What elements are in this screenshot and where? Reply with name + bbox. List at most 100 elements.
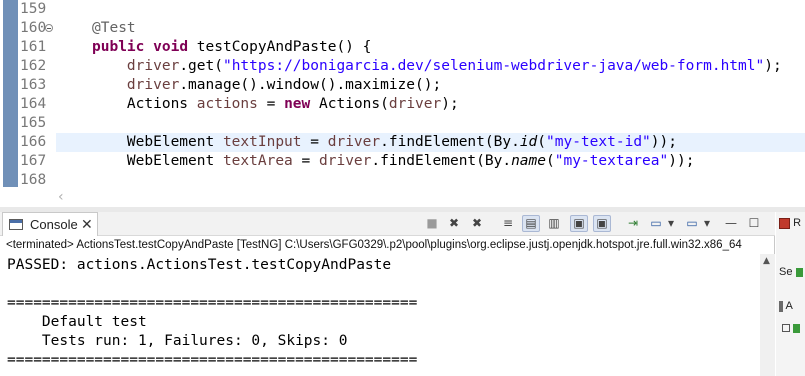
scroll-up-icon[interactable]: ▲ — [763, 256, 770, 266]
code-text: WebElement textArea = driver.findElement… — [92, 152, 695, 171]
right-panel-item-se[interactable]: Se — [779, 266, 803, 278]
code-text: public void testCopyAndPaste() { — [92, 38, 371, 57]
code-token: .findElement(By. — [380, 134, 520, 150]
code-line[interactable]: 165 — [0, 114, 805, 133]
minimize-icon[interactable]: — — [722, 215, 740, 232]
code-token: public — [92, 39, 145, 55]
code-token: new — [284, 96, 311, 112]
code-line[interactable]: 162 driver.get("https://bonigarcia.dev/s… — [0, 57, 805, 76]
code-token: )); — [668, 153, 695, 169]
display-console-dropdown-icon[interactable]: ▾ — [666, 215, 676, 232]
terminate-icon[interactable]: ■ — [423, 215, 441, 232]
scroll-lock-icon[interactable]: ▤ — [522, 215, 540, 232]
console-tab-bar: Console ✕ ■ ✖ ✖ ≡ ▤ ▥ ▣ ▣ ⇥ ▭ ▾ ▭ ▾ — ☐ — [0, 212, 775, 236]
code-token: ); — [441, 96, 459, 112]
remove-all-launches-icon[interactable]: ✖ — [468, 215, 486, 232]
code-token: void — [153, 39, 189, 55]
open-console-icon[interactable]: ▭ — [683, 215, 701, 232]
code-token: WebElement — [92, 153, 223, 169]
tree-expand-icon[interactable] — [782, 324, 790, 333]
code-token: .findElement(By. — [371, 153, 512, 169]
code-line[interactable]: 166 WebElement textInput = driver.findEl… — [20, 133, 805, 152]
code-token: id — [519, 134, 538, 150]
line-number: 162 — [20, 58, 47, 74]
code-token: Actions( — [310, 96, 389, 112]
code-token: WebElement — [92, 134, 223, 150]
code-text: driver.manage().window().maximize(); — [92, 76, 441, 95]
show-on-stderr-icon[interactable]: ▣ — [593, 215, 611, 232]
output-line: Tests run: 1, Failures: 0, Skips: 0 — [7, 333, 348, 349]
right-side-panel: R Se A — [776, 212, 805, 376]
tree-node[interactable] — [782, 322, 801, 334]
code-token: testCopyAndPaste() { — [188, 39, 372, 55]
code-line[interactable]: 163 driver.manage().window().maximize(); — [0, 76, 805, 95]
clear-console-icon[interactable]: ≡ — [499, 215, 517, 232]
code-token: driver — [126, 77, 180, 93]
open-console-dropdown-icon[interactable]: ▾ — [702, 215, 712, 232]
output-line: PASSED: actions.ActionsTest.testCopyAndP… — [7, 257, 392, 273]
right-panel-item-r[interactable]: R — [779, 217, 801, 229]
console-vertical-scrollbar[interactable]: ▲ — [760, 254, 775, 376]
code-token: .get( — [179, 58, 223, 74]
code-token: driver — [327, 134, 381, 150]
remove-launch-icon[interactable]: ✖ — [445, 215, 463, 232]
console-output[interactable]: PASSED: actions.ActionsTest.testCopyAndP… — [0, 254, 760, 376]
line-number: 166 — [20, 134, 47, 150]
code-line[interactable]: 159 — [0, 0, 805, 19]
code-token: )); — [650, 134, 677, 150]
close-icon[interactable]: ✕ — [81, 213, 93, 236]
code-text: @Test — [92, 19, 136, 38]
right-panel-item-a[interactable]: A — [779, 300, 793, 312]
code-token: = — [257, 96, 285, 112]
code-token: name — [511, 153, 546, 169]
code-line[interactable]: 161 public void testCopyAndPaste() { — [0, 38, 805, 57]
line-number: 161 — [20, 39, 47, 55]
code-token: "my-textarea" — [554, 153, 669, 169]
code-text: Actions actions = new Actions(driver); — [92, 95, 459, 114]
code-token: ( — [537, 134, 547, 150]
view-icon — [779, 217, 790, 229]
process-status-line: <terminated> ActionsTest.testCopyAndPast… — [6, 239, 742, 251]
code-token: = — [301, 134, 328, 150]
code-token: @Test — [92, 20, 136, 36]
code-editor[interactable]: 159 160 @Test 161 public void testCopyAndPas… — [0, 0, 805, 207]
code-token: textArea — [222, 153, 293, 169]
right-panel-item-label: A — [785, 300, 793, 312]
maximize-icon[interactable]: ☐ — [745, 215, 763, 232]
check-icon — [793, 323, 801, 333]
code-token: "my-text-id" — [546, 134, 651, 150]
tab-console[interactable]: Console ✕ — [2, 212, 98, 236]
line-number: 163 — [20, 77, 47, 93]
code-token: driver — [319, 153, 372, 169]
pin-console-icon[interactable]: ⇥ — [624, 215, 642, 232]
tab-console-label: Console — [30, 217, 78, 232]
code-token: driver — [388, 96, 442, 112]
right-panel-item-label: R — [793, 217, 802, 229]
fold-collapse-icon[interactable] — [45, 24, 53, 32]
code-line[interactable]: 164 Actions actions = new Actions(driver… — [0, 95, 805, 114]
console-icon — [9, 219, 23, 230]
word-wrap-icon[interactable]: ▥ — [545, 215, 563, 232]
line-number: 164 — [20, 96, 47, 112]
code-token: Actions — [92, 96, 197, 112]
code-line[interactable]: 160 @Test — [0, 19, 805, 38]
check-icon — [795, 267, 803, 277]
show-on-stdout-icon[interactable]: ▣ — [570, 215, 588, 232]
console-view: Console ✕ ■ ✖ ✖ ≡ ▤ ▥ ▣ ▣ ⇥ ▭ ▾ ▭ ▾ — ☐ … — [0, 212, 775, 376]
line-number: 159 — [20, 1, 47, 17]
output-line: Default test — [7, 314, 147, 330]
code-token: "https://bonigarcia.dev/selenium-webdriv… — [222, 58, 765, 74]
code-token: textInput — [222, 134, 302, 150]
code-text: driver.get("https://bonigarcia.dev/selen… — [92, 57, 782, 76]
code-text: WebElement textInput = driver.findElemen… — [92, 133, 677, 152]
code-token: ); — [764, 58, 782, 74]
view-icon — [779, 300, 783, 312]
scroll-left-icon[interactable]: ‹ — [58, 189, 64, 205]
editor-horizontal-scrollbar[interactable]: ‹ — [0, 187, 805, 207]
code-line[interactable]: 167 WebElement textArea = driver.findEle… — [0, 152, 805, 171]
line-number: 165 — [20, 115, 47, 131]
display-console-icon[interactable]: ▭ — [647, 215, 665, 232]
